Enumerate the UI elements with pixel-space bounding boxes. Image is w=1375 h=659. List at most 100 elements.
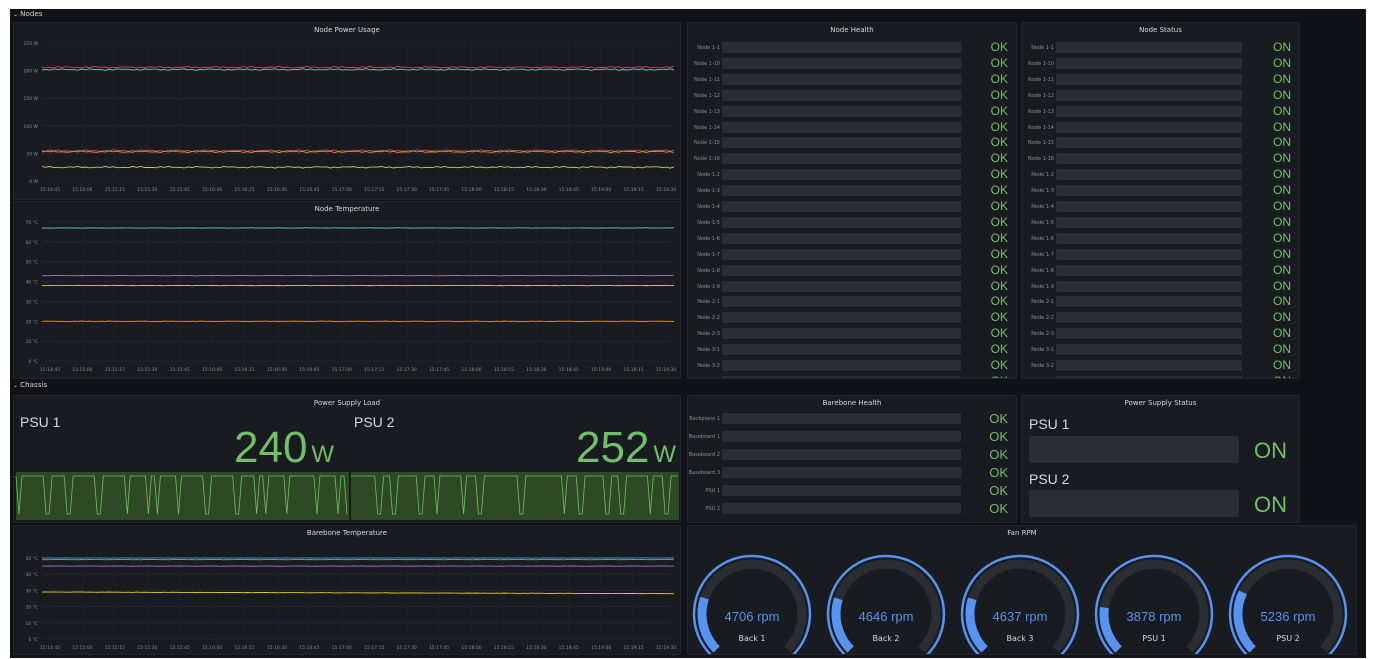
- stat-value: OK: [990, 183, 1008, 198]
- panel-barebone-health[interactable]: Barebone Health Backplane 1 OK Baseboard 1…: [687, 395, 1017, 523]
- panel-node-status[interactable]: Node Status Node 1-1 ON Node 1-10 ON Node 1-…: [1021, 22, 1300, 379]
- stat-row: Node 1-10 ON: [1022, 56, 1299, 72]
- row-title: Nodes: [20, 10, 43, 18]
- x-tick-label: 15:19:00: [591, 645, 611, 651]
- stat-label: Node 2-3: [697, 331, 720, 338]
- stat-value: OK: [990, 278, 1008, 293]
- stat-label: Backplane 1: [689, 416, 720, 422]
- panel-power-supply-status[interactable]: Power Supply Status PSU 1 ON PSU 2 ON: [1021, 395, 1300, 523]
- stat-label: Node 2-1: [1031, 299, 1054, 306]
- stat-label: Node 2-2: [1031, 315, 1054, 322]
- stat-bar: [1056, 137, 1242, 149]
- x-tick-label: 15:18:00: [461, 367, 481, 373]
- stat-row: Node 1-3 ON: [1022, 183, 1299, 199]
- stat-row: Node 1-4 OK: [688, 199, 1016, 215]
- stat-value: OK: [989, 429, 1008, 444]
- stat-bar: [722, 216, 961, 228]
- panel-node-health[interactable]: Node Health Node 1-1 OK Node 1-10 OK Node 1-…: [687, 22, 1017, 379]
- stat-bar: [722, 431, 961, 442]
- stat-row: Node 1-6 ON: [1022, 231, 1299, 247]
- x-tick-label: 15:18:15: [494, 645, 514, 651]
- stat-label: Node 3-1: [1031, 347, 1054, 354]
- x-tick-label: 15:16:30: [267, 187, 287, 193]
- x-tick-label: 15:19:15: [623, 645, 643, 651]
- gauge-value: 4706 rpm: [724, 609, 780, 624]
- panel-barebone-temperature[interactable]: Barebone Temperature 50 °C 40 °C 30 °C 20 °…: [13, 525, 681, 655]
- stat-row: Node 1-13 ON: [1022, 104, 1299, 120]
- x-tick-label: 15:17:30: [397, 367, 417, 373]
- stat-row: Node 3-1 ON: [1022, 342, 1299, 358]
- stat-value: ON: [1273, 167, 1291, 182]
- x-tick-label: 15:14:45: [40, 187, 60, 193]
- stat-row: Node 1-13 OK: [688, 104, 1016, 120]
- stat-label: Node 1-9: [697, 283, 720, 290]
- stat-bar: [722, 57, 961, 69]
- stat-bar: [1056, 360, 1242, 371]
- fan-gauges: 4706 rpm Back 1 4646 rpm Back 2 4637 rpm Back…: [688, 526, 1356, 654]
- x-tick-label: 15:16:00: [202, 645, 222, 651]
- series-line: [41, 68, 675, 71]
- stat-value: ON: [1273, 214, 1291, 229]
- stat-value: ON: [1273, 262, 1291, 277]
- panel-node-power-usage[interactable]: Node Power Usage 250 W 200 W 150 W 100 W 50 …: [13, 22, 681, 200]
- stat-row: Baseboard 2 OK: [688, 447, 1016, 463]
- stat-bar: [722, 248, 961, 260]
- stat-label: Node 1-10: [694, 60, 720, 67]
- stat-label: Node 1-15: [1028, 140, 1054, 147]
- stat-row: Node 1-3 OK: [688, 183, 1016, 199]
- x-tick-label: 15:17:30: [397, 645, 417, 651]
- x-tick-label: 15:16:45: [299, 645, 319, 651]
- stat-label: Node 1-10: [1028, 60, 1054, 67]
- y-tick-label: 30 °C: [25, 299, 38, 305]
- stat-value: ON: [1273, 135, 1291, 150]
- stat-value: ON: [1273, 183, 1291, 198]
- x-tick-label: 15:15:15: [105, 187, 125, 193]
- stat-bar: [722, 105, 961, 117]
- stat-value: ON: [1273, 246, 1291, 261]
- gauge-value: 4637 rpm: [992, 609, 1048, 624]
- x-tick-label: 15:15:30: [137, 367, 157, 373]
- stat-value: OK: [990, 358, 1008, 372]
- stat-bar: [722, 296, 961, 308]
- stat-bar: [722, 137, 961, 149]
- fan-gauge: 3878 rpm PSU 1: [1088, 548, 1220, 654]
- stat-row: Node 1-8 OK: [688, 263, 1016, 279]
- stat-row: Node 1-7 ON: [1022, 247, 1299, 263]
- stat-bar: [722, 467, 961, 478]
- stat-bar: [1056, 73, 1242, 85]
- row-header-nodes[interactable]: ⌄ Nodes: [13, 10, 43, 18]
- panel-fan-rpm[interactable]: Fan RPM 4706 rpm Back 1 4646 rpm Back 2 4637…: [687, 525, 1357, 655]
- stat-label: Node 1-14: [694, 124, 720, 131]
- stat-bar: [1056, 264, 1242, 276]
- x-tick-label: 15:17:45: [429, 187, 449, 193]
- y-tick-label: 50 °C: [25, 556, 38, 562]
- stat-row: Node 2-3 OK: [688, 326, 1016, 342]
- stat-bar: [1056, 296, 1242, 308]
- stat-bar: [722, 185, 961, 197]
- x-tick-label: 15:19:30: [656, 367, 676, 373]
- x-tick-label: 15:18:30: [526, 367, 546, 373]
- stat-value: OK: [990, 71, 1008, 86]
- row-title: Chassis: [20, 381, 48, 389]
- stat-label: Node 1-13: [1028, 108, 1054, 115]
- stat-row: Node 3-3ON: [1022, 374, 1299, 378]
- stat-label: Node 1-6: [1031, 235, 1054, 242]
- gauge-value: 4646 rpm: [858, 609, 914, 624]
- stat-label: Node 1-13: [694, 108, 720, 115]
- stat-bar: [722, 280, 961, 292]
- stat-value: OK: [990, 167, 1008, 182]
- x-tick-label: 15:15:00: [72, 187, 92, 193]
- gauge-label: PSU 1: [1142, 634, 1166, 643]
- y-tick-label: 40 °C: [25, 280, 38, 286]
- panel-node-temperature[interactable]: Node Temperature 70 °C 60 °C 50 °C 40 °C 30 …: [13, 201, 681, 379]
- y-tick-label: 30 °C: [25, 588, 38, 594]
- stat-row: Node 1-14 OK: [688, 120, 1016, 136]
- stat-value: ON: [1273, 199, 1291, 213]
- series-line: [41, 320, 675, 322]
- stat-value: OK: [990, 294, 1008, 309]
- stat-value: OK: [990, 230, 1008, 245]
- stat-bar: [722, 485, 961, 496]
- panel-power-supply-load[interactable]: Power Supply Load PSU 1 240 W PSU 2 252 W: [13, 395, 681, 523]
- y-tick-label: 0 °C: [28, 359, 38, 365]
- row-header-chassis[interactable]: ⌄ Chassis: [13, 381, 47, 389]
